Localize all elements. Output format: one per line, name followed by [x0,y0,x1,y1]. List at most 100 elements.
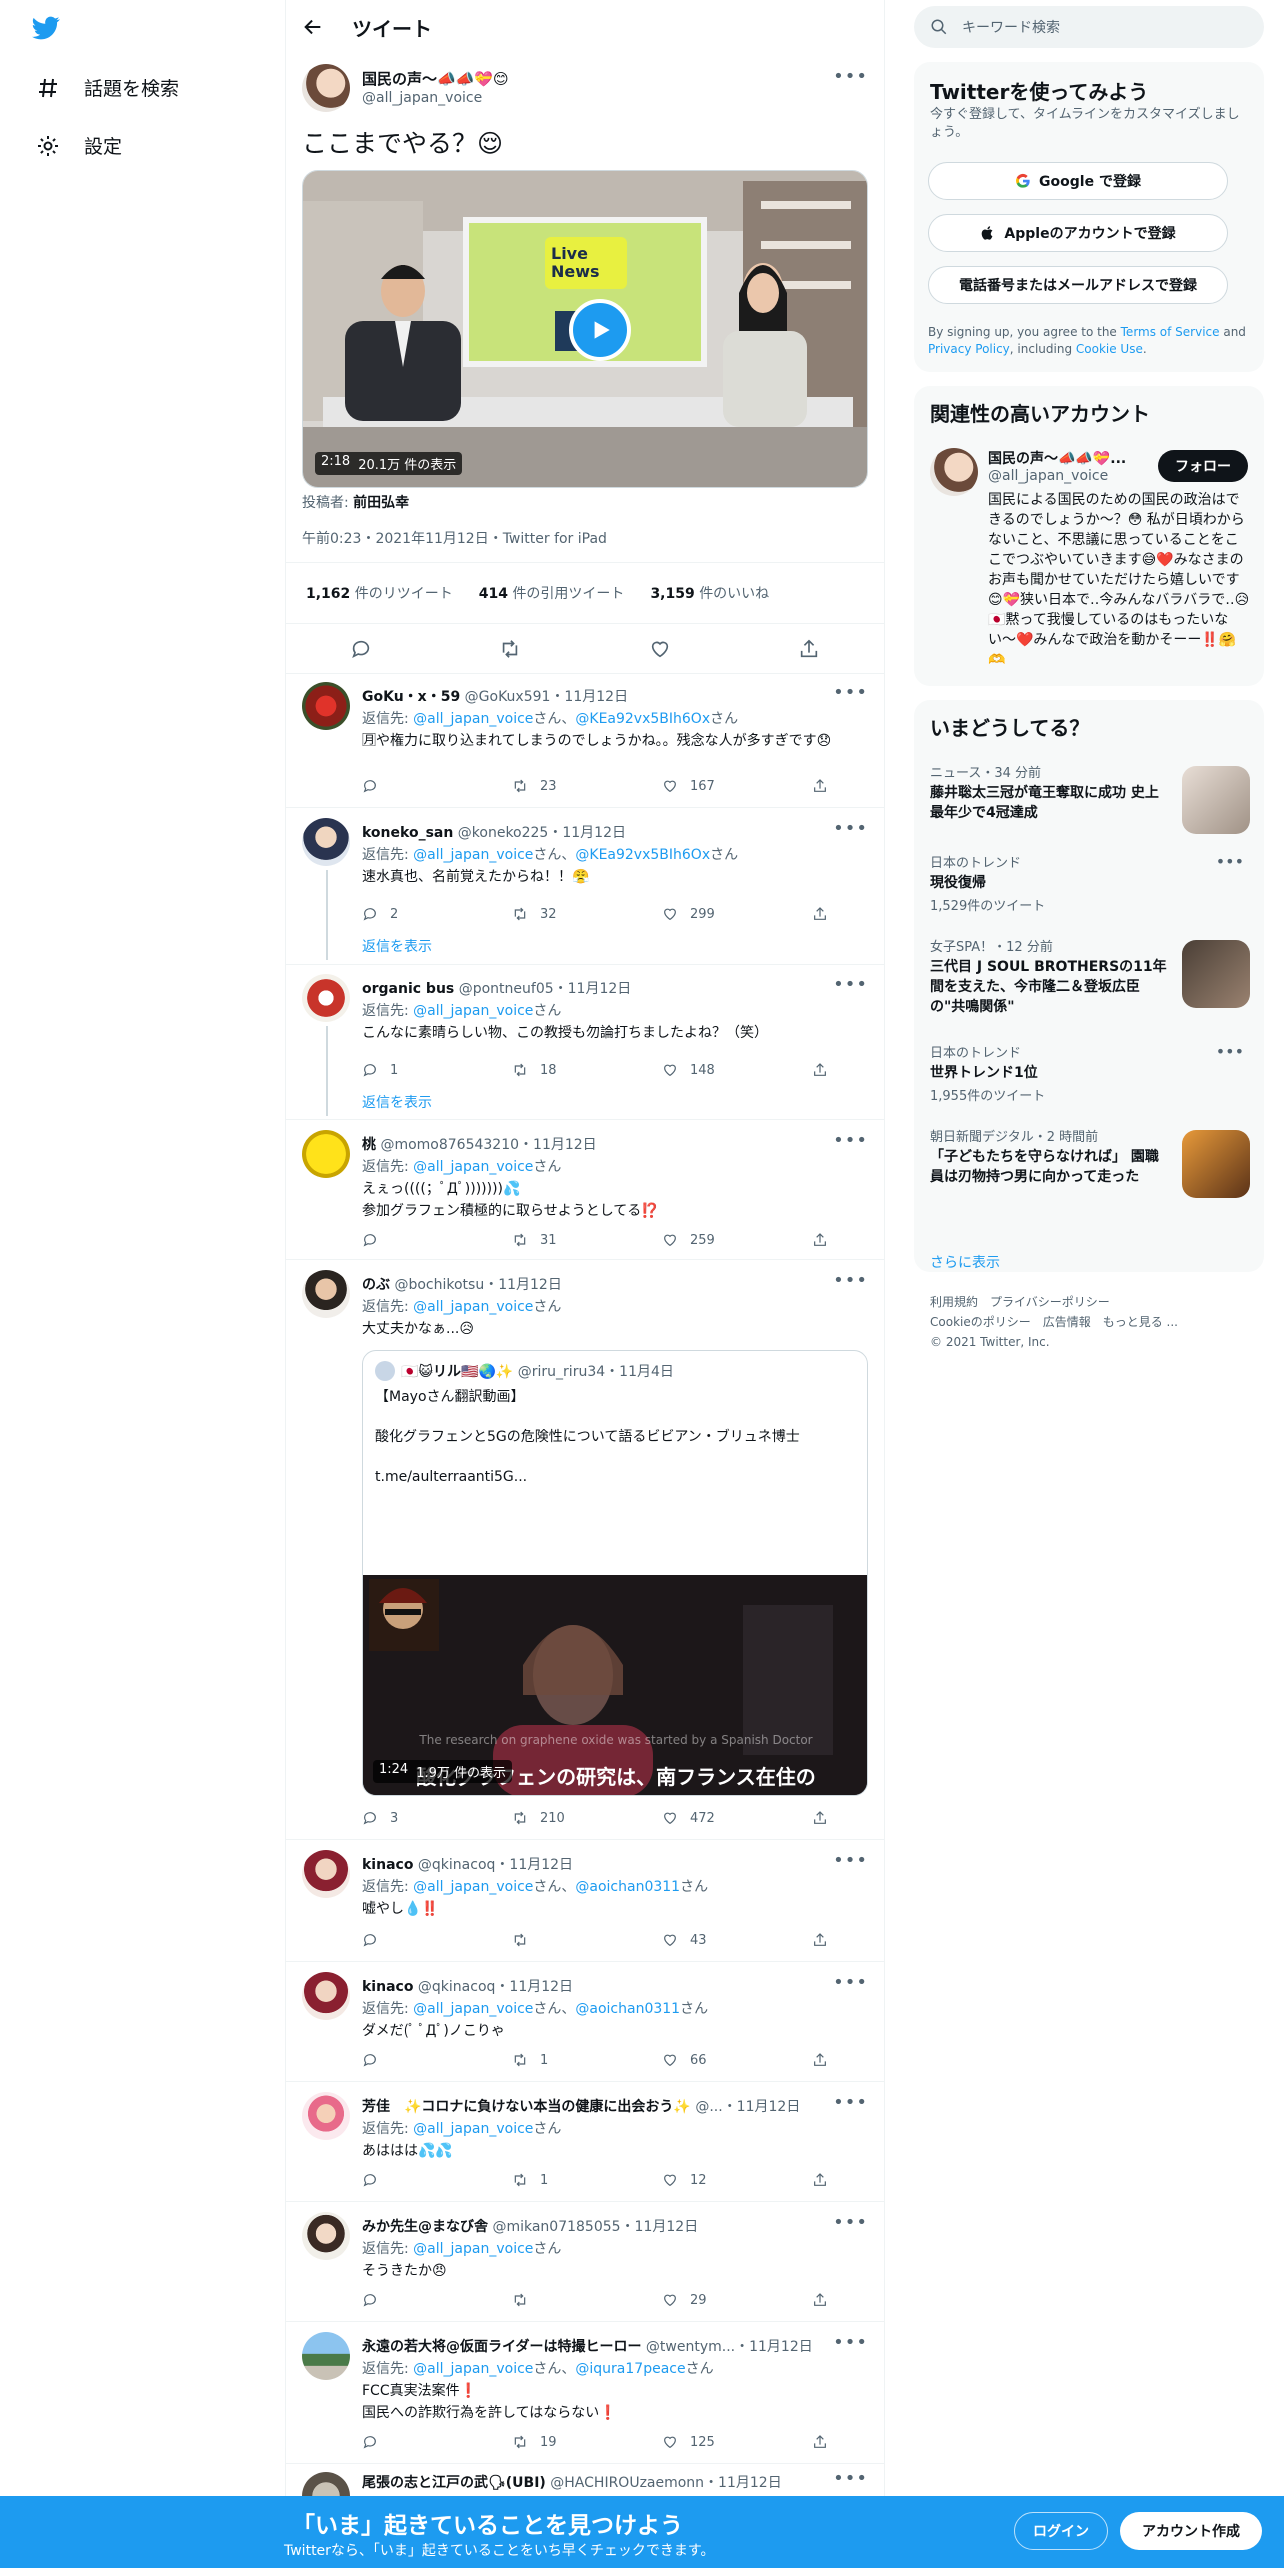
google-signup-button[interactable]: Google で登録 [928,162,1228,200]
mention-link[interactable]: @aoichan0311 [575,1879,680,1895]
reply-button[interactable]: 2 [362,904,472,924]
terms-of-service-link[interactable]: Terms of Service [1121,325,1220,339]
trend-item[interactable]: 朝日新聞デジタル・2 時間前 「子どもたちを守らなければ」 園職員は刃物持つ男に… [930,1126,1250,1226]
reply-button[interactable]: 3 [362,1808,472,1828]
footer-line[interactable]: 利用規約 プライバシーポリシー [930,1292,1250,1312]
show-more-link[interactable]: さらに表示 [930,1252,1000,1272]
more-options-icon[interactable]: ••• [833,682,868,703]
more-options-icon[interactable]: ••• [1216,852,1244,871]
more-options-icon[interactable]: ••• [1216,1042,1244,1061]
reply-author-name[interactable]: organic bus [362,981,454,997]
twitter-logo-icon[interactable] [30,14,62,42]
like-button[interactable]: 148 [662,1060,772,1080]
reply-tweet[interactable]: GoKu・x・59 @GoKux591・11月12日 ••• 返信先: @all… [286,672,884,808]
retweet-button[interactable]: 32 [512,904,622,924]
reply-author-name[interactable]: みか先生@まなび舎 [362,2219,488,2235]
mention-link[interactable]: @iqura17peace [575,2361,685,2377]
mention-link[interactable]: @all_japan_voice [413,2241,533,2257]
reply-date[interactable]: ・11月12日 [495,1979,573,1995]
retweet-button[interactable]: 18 [512,1060,622,1080]
reply-button[interactable]: 1 [362,1060,472,1080]
mention-link[interactable]: @all_japan_voice [413,1003,533,1019]
search-box[interactable]: キーワード検索 [914,6,1264,48]
like-button[interactable]: 29 [662,2290,772,2310]
reply-button[interactable] [362,2170,472,2190]
privacy-policy-link[interactable]: Privacy Policy [928,342,1010,356]
more-options-icon[interactable]: ••• [833,1972,868,1993]
like-button[interactable]: 472 [662,1808,772,1828]
reply-button[interactable] [362,2050,472,2070]
mention-link[interactable]: @aoichan0311 [575,2001,680,2017]
share-button[interactable] [812,2170,832,2190]
quotes-stat[interactable]: 414 件の引用ツイート [479,583,625,603]
reply-date[interactable]: ・11月12日 [723,2099,801,2115]
reply-author-handle[interactable]: @momo876543210 [380,1137,519,1153]
create-account-button[interactable]: アカウント作成 [1120,2512,1262,2550]
reply-tweet[interactable]: 桃 @momo876543210・11月12日 ••• 返信先: @all_ja… [286,1120,884,1260]
login-button[interactable]: ログイン [1014,2512,1108,2550]
cookie-use-link[interactable]: Cookie Use [1076,342,1143,356]
phone-email-signup-button[interactable]: 電話番号またはメールアドレスで登録 [928,266,1228,304]
retweet-button[interactable]: 1 [512,2050,622,2070]
reply-author-handle[interactable]: @bochikotsu [394,1277,484,1293]
reply-author-name[interactable]: 永遠の若大将@仮面ライダーは特撮ヒーロー [362,2339,641,2355]
avatar[interactable] [302,1850,350,1898]
related-account-handle[interactable]: @all_japan_voice [988,468,1108,484]
more-options-icon[interactable]: ••• [833,1270,868,1291]
mention-link[interactable]: @all_japan_voice [413,847,533,863]
reply-author-name[interactable]: のぶ [362,1277,390,1293]
reply-tweet[interactable]: organic bus @pontneuf05・11月12日 ••• 返信先: … [286,964,884,1120]
mention-link[interactable]: @all_japan_voice [413,2001,533,2017]
share-button[interactable] [812,2290,832,2310]
mention-link[interactable]: @all_japan_voice [413,2361,533,2377]
reply-date[interactable]: ・11月12日 [484,1277,562,1293]
mention-link[interactable]: @all_japan_voice [413,2121,533,2137]
reply-tweet[interactable]: 芳佳 ✨コロナに負けない本当の健康に出会おう✨ @...・11月12日 ••• … [286,2082,884,2202]
mention-link[interactable]: @KEa92vx5BIh6Ox [575,711,710,727]
reply-icon[interactable] [350,638,372,660]
tweet-timestamp[interactable]: 午前0:23・2021年11月12日・Twitter for iPad [302,528,607,548]
reply-date[interactable]: ・11月12日 [621,2219,699,2235]
author-handle[interactable]: @all_japan_voice [362,90,482,106]
avatar[interactable] [302,1130,350,1178]
avatar[interactable] [302,1972,350,2020]
share-button[interactable] [812,776,832,796]
trend-item[interactable]: 日本のトレンド 現役復帰 1,529件のツイート ••• [930,852,1250,918]
trend-item[interactable]: 女子SPA！・12 分前 三代目 J SOUL BROTHERSの11年間を支え… [930,936,1250,1026]
footer-line[interactable]: Cookieのポリシー 広告情報 もっと見る ... [930,1312,1250,1332]
nav-explore[interactable]: 話題を検索 [36,74,179,101]
more-options-icon[interactable]: ••• [833,1130,868,1151]
share-button[interactable] [812,1808,832,1828]
share-icon[interactable] [798,638,820,660]
reply-author-handle[interactable]: @koneko225 [458,825,549,841]
share-button[interactable] [812,904,832,924]
retweet-button[interactable]: 1 [512,2170,622,2190]
author-name[interactable]: 国民の声〜📣📣💝😊 [362,68,509,89]
retweet-button[interactable]: 19 [512,2432,622,2452]
follow-button[interactable]: フォロー [1158,450,1248,482]
contributor-name[interactable]: 前田弘幸 [353,495,409,511]
reply-tweet[interactable]: kinaco @qkinacoq・11月12日 ••• 返信先: @all_ja… [286,1962,884,2082]
retweet-button[interactable]: 23 [512,776,622,796]
more-options-icon[interactable]: ••• [833,2212,868,2233]
mention-link[interactable]: @all_japan_voice [413,711,533,727]
reply-author-handle[interactable]: @qkinacoq [418,1857,496,1873]
reply-author-name[interactable]: GoKu・x・59 [362,689,460,705]
avatar[interactable] [302,64,350,112]
avatar[interactable] [302,682,350,730]
reply-button[interactable] [362,2290,472,2310]
reply-author-name[interactable]: 芳佳 ✨コロナに負けない本当の健康に出会おう✨ [362,2099,691,2115]
retweet-button[interactable] [512,1930,622,1950]
search-input[interactable]: キーワード検索 [962,17,1060,37]
mention-link[interactable]: @all_japan_voice [413,1299,533,1315]
reply-date[interactable]: ・11月12日 [548,825,626,841]
like-button[interactable]: 259 [662,1230,772,1250]
related-account-name[interactable]: 国民の声〜📣📣💝... [988,448,1126,468]
reply-button[interactable] [362,776,472,796]
reply-date[interactable]: ・11月12日 [550,689,628,705]
more-options-icon[interactable]: ••• [833,974,868,995]
avatar[interactable] [302,2212,350,2260]
reply-date[interactable]: ・11月12日 [735,2339,813,2355]
avatar[interactable] [302,818,350,866]
reply-author-handle[interactable]: @twentym... [646,2339,735,2355]
